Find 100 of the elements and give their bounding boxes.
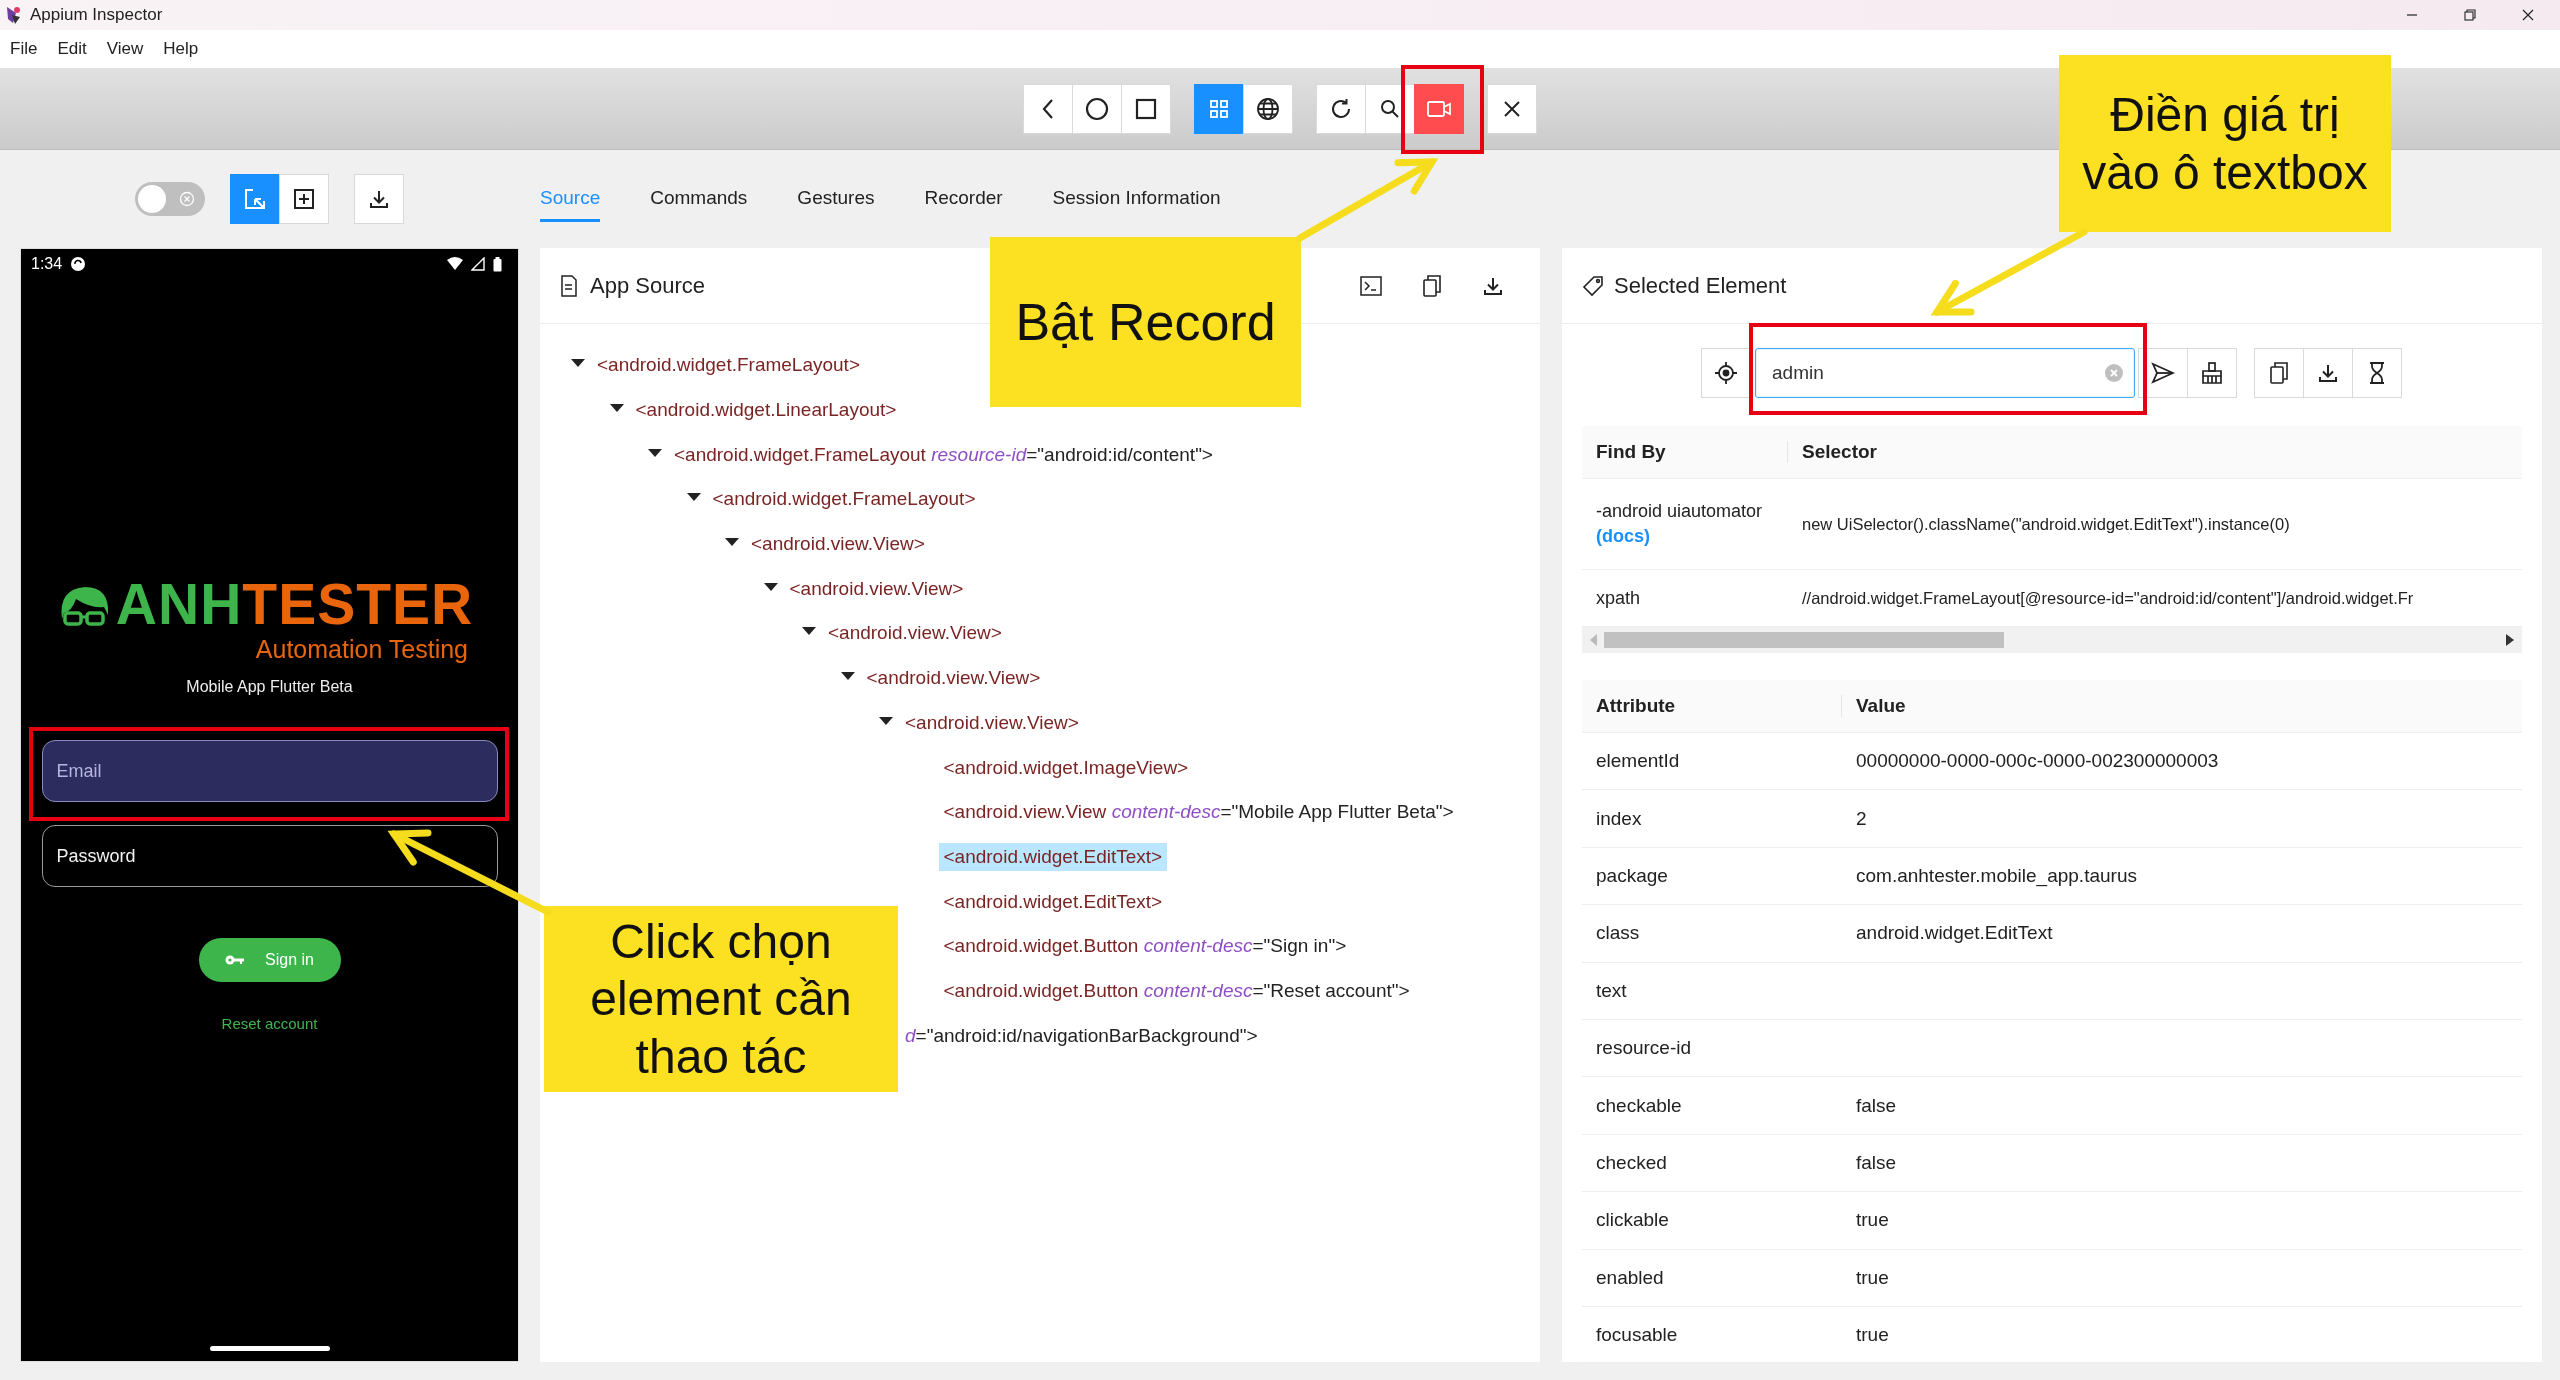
menu-item[interactable]: Help bbox=[153, 39, 209, 59]
table-cell-text: -android uiautomator bbox=[1596, 501, 1764, 522]
menu-item[interactable]: View bbox=[96, 39, 154, 59]
table-cell-text: true bbox=[1855, 1324, 1890, 1347]
column-header: Selector bbox=[1801, 441, 1878, 463]
locate-button[interactable] bbox=[1701, 348, 1751, 398]
back-icon bbox=[1040, 97, 1055, 120]
table-cell-text: index bbox=[1595, 807, 1643, 830]
tree-node[interactable]: <android.view.View> bbox=[823, 619, 1007, 648]
tree-node[interactable]: <android.widget.FrameLayout resource-id="android:id/content"> bbox=[669, 440, 1218, 469]
video-camera-icon bbox=[1425, 98, 1452, 119]
menu-item[interactable]: Edit bbox=[47, 39, 97, 59]
tree-node[interactable]: <android.view.View> bbox=[784, 574, 969, 603]
tab[interactable]: Recorder bbox=[924, 176, 1003, 222]
download-button[interactable] bbox=[2303, 348, 2353, 398]
brand-name: ANHTESTER bbox=[115, 576, 474, 633]
copy-button[interactable] bbox=[2254, 348, 2304, 398]
window-title: Appium Inspector bbox=[30, 5, 163, 25]
tree-node[interactable]: <android.widget.Button content-desc="Sign in"> bbox=[938, 932, 1352, 961]
password-field[interactable]: Password bbox=[41, 825, 498, 887]
caret-icon[interactable] bbox=[647, 447, 663, 458]
tree-node[interactable]: <android.widget.Button content-desc="Reset account"> bbox=[938, 976, 1415, 1005]
clear-button[interactable] bbox=[2187, 348, 2237, 398]
reset-account-link[interactable]: Reset account bbox=[221, 1015, 318, 1032]
crosshair-icon bbox=[1714, 361, 1738, 385]
app-subtitle: Mobile App Flutter Beta bbox=[186, 678, 353, 696]
caret-icon[interactable] bbox=[839, 671, 856, 682]
table-cell-text: checked bbox=[1595, 1151, 1668, 1174]
brand-tagline: Automation Testing bbox=[255, 635, 468, 664]
tree-node[interactable]: <android.widget.EditText> bbox=[938, 887, 1168, 916]
send-keys-input[interactable]: admin bbox=[1755, 348, 2135, 398]
globe-icon bbox=[1255, 96, 1280, 121]
square-icon bbox=[1134, 97, 1157, 120]
close-icon bbox=[1501, 98, 1522, 119]
table-cell-text: xpath bbox=[1596, 587, 1642, 609]
table-cell-text: true bbox=[1855, 1266, 1890, 1289]
tree-node[interactable]: <android.view.View> bbox=[746, 530, 930, 559]
caret-icon[interactable] bbox=[570, 358, 586, 369]
table-cell-text: resource-id bbox=[1595, 1037, 1693, 1060]
tree-node[interactable]: d="android:id/navigationBarBackground"> bbox=[900, 1021, 1263, 1050]
tag-icon bbox=[1582, 274, 1604, 297]
table-cell-text: clickable bbox=[1595, 1209, 1670, 1232]
menu-item[interactable]: File bbox=[0, 39, 48, 59]
caret-icon[interactable] bbox=[801, 626, 817, 637]
column-header: Find By bbox=[1582, 441, 1788, 463]
send-keys-button[interactable] bbox=[2138, 348, 2188, 398]
table-cell-text: android.widget.EditText bbox=[1855, 922, 2054, 945]
email-field[interactable]: Email bbox=[41, 740, 498, 802]
panel-title: App Source bbox=[590, 272, 705, 299]
tab[interactable]: Gestures bbox=[797, 176, 875, 222]
download-icon bbox=[2317, 362, 2339, 384]
tree-node[interactable]: <android.widget.FrameLayout> bbox=[707, 485, 981, 514]
tree-node[interactable]: <android.widget.EditText> bbox=[938, 842, 1168, 871]
tree-node[interactable]: <android.view.View> bbox=[900, 708, 1084, 737]
close-circle-icon bbox=[179, 191, 195, 207]
caret-icon[interactable] bbox=[724, 537, 740, 548]
caret-icon[interactable] bbox=[878, 715, 894, 726]
table-cell-text: false bbox=[1855, 1151, 1898, 1174]
table-cell-text: 00000000-0000-000c-0000-002300000003 bbox=[1855, 750, 2220, 773]
table-cell-text: class bbox=[1595, 922, 1641, 945]
horizontal-scrollbar[interactable] bbox=[1582, 627, 2522, 653]
table-cell-text: true bbox=[1855, 1209, 1890, 1232]
table-cell-text: text bbox=[1595, 979, 1628, 1002]
tab[interactable]: Session Information bbox=[1052, 176, 1221, 222]
table-cell-text: checkable bbox=[1595, 1094, 1683, 1117]
table-cell-text: false bbox=[1855, 1094, 1898, 1117]
callout-note: Click chọn element cần thao tác bbox=[544, 906, 898, 1092]
caret-icon[interactable] bbox=[762, 581, 779, 592]
document-icon bbox=[560, 274, 578, 297]
tree-node[interactable]: <android.view.View content-desc="Mobile App Flutter Beta"> bbox=[938, 798, 1459, 827]
tree-node[interactable]: <android.view.View> bbox=[861, 664, 1046, 693]
key-icon bbox=[225, 954, 246, 966]
signal-icon bbox=[471, 257, 485, 271]
caret-icon[interactable] bbox=[685, 492, 702, 503]
table-cell-text: enabled bbox=[1595, 1266, 1665, 1289]
battery-icon bbox=[493, 256, 502, 272]
table-cell-text: //android.widget.FrameLayout[@resource-id="android:id/content"]/android.widget.Fr bbox=[1801, 588, 2414, 608]
column-header: Value bbox=[1855, 695, 1907, 717]
table-cell-text: focusable bbox=[1595, 1324, 1679, 1347]
sync-icon bbox=[70, 256, 87, 272]
scroll-right-icon[interactable] bbox=[2506, 634, 2514, 646]
column-header: Attribute bbox=[1582, 695, 1842, 717]
wait-button[interactable] bbox=[2352, 348, 2402, 398]
terminal-icon[interactable] bbox=[1360, 275, 1382, 296]
tree-node[interactable]: <android.widget.ImageView> bbox=[938, 753, 1194, 782]
toggle-switch[interactable] bbox=[135, 182, 205, 216]
panel-title: Selected Element bbox=[1614, 272, 1787, 299]
table-cell-text: package bbox=[1595, 864, 1669, 887]
table-cell-text: 2 bbox=[1855, 807, 1868, 830]
restore-icon[interactable] bbox=[2464, 9, 2476, 21]
tab[interactable]: Commands bbox=[650, 176, 748, 222]
download-button[interactable] bbox=[354, 174, 404, 224]
caret-icon[interactable] bbox=[608, 403, 625, 414]
close-icon[interactable] bbox=[2522, 9, 2534, 21]
table-cell-text: com.anhtester.mobile_app.taurus bbox=[1855, 864, 2138, 887]
tree-node[interactable]: <android.widget.LinearLayout> bbox=[630, 396, 902, 425]
copy-icon[interactable] bbox=[1422, 274, 1442, 297]
tree-node[interactable]: <android.widget.FrameLayout> bbox=[592, 351, 865, 380]
home-icon bbox=[1084, 96, 1109, 121]
table-cell-text: elementId bbox=[1595, 750, 1681, 773]
